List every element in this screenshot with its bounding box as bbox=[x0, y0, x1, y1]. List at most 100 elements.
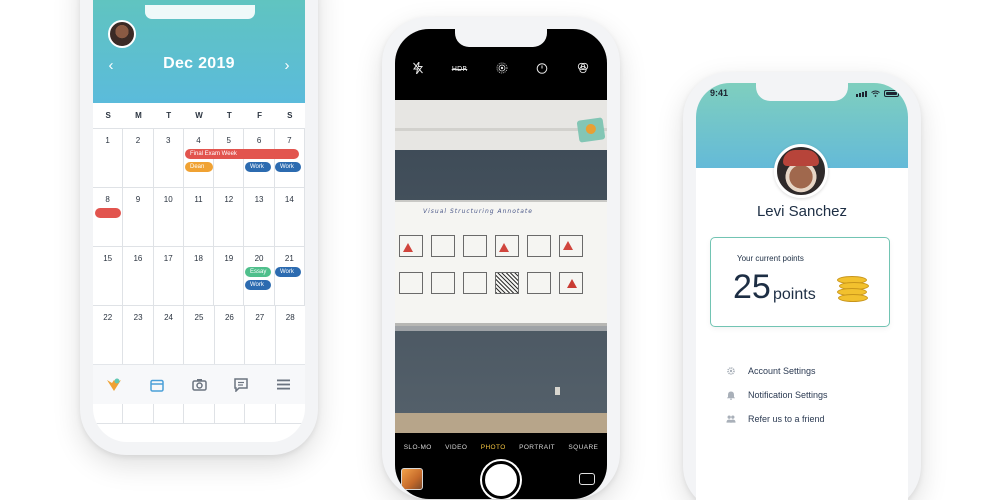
day-number: 27 bbox=[255, 313, 265, 322]
sketch-frame bbox=[399, 272, 423, 294]
filters-icon[interactable] bbox=[577, 62, 589, 77]
mode-slo-mo[interactable]: SLO-MO bbox=[404, 444, 432, 451]
day-cell[interactable]: 16 bbox=[123, 247, 154, 305]
search-bar[interactable] bbox=[145, 5, 255, 19]
refer-friend-item[interactable]: Refer us to a friend bbox=[726, 407, 896, 431]
calendar-phone: ‹ Dec 2019 › S M T W T F S 1 2 3 4 5 6 7… bbox=[80, 0, 318, 455]
tab-menu[interactable] bbox=[263, 365, 305, 404]
logo-icon bbox=[107, 378, 122, 391]
weekday-wed: W bbox=[195, 111, 203, 120]
day-number: 11 bbox=[194, 195, 203, 204]
tab-home[interactable] bbox=[93, 365, 135, 404]
week-row: 22 23 24 25 26 27 28 bbox=[93, 306, 305, 365]
tab-camera[interactable] bbox=[178, 365, 220, 404]
day-cell[interactable]: 9 bbox=[123, 188, 154, 246]
app-badge-icon[interactable] bbox=[576, 117, 606, 143]
floor bbox=[395, 413, 607, 433]
wall-outlet bbox=[555, 387, 560, 395]
sketch-mark bbox=[403, 243, 413, 252]
profile-phone: 9:41 Levi Sanchez Your current points 25… bbox=[683, 72, 921, 500]
day-cell[interactable]: 19 bbox=[214, 247, 245, 305]
event-work[interactable]: Work bbox=[245, 162, 271, 172]
notification-settings-label: Notification Settings bbox=[748, 390, 828, 400]
account-settings-label: Account Settings bbox=[748, 366, 816, 376]
photo-thumbnail[interactable] bbox=[401, 468, 423, 490]
camera-top-bar: HDR bbox=[395, 55, 607, 83]
account-settings-item[interactable]: Account Settings bbox=[726, 359, 896, 383]
sketch-mark bbox=[499, 243, 509, 252]
event-work[interactable]: Work bbox=[275, 267, 301, 277]
day-cell[interactable]: 24 bbox=[154, 306, 185, 364]
bottom-tab-bar bbox=[93, 364, 305, 404]
day-cell[interactable]: 12 bbox=[214, 188, 245, 246]
calendar-header: ‹ Dec 2019 › bbox=[93, 0, 305, 103]
sketch-frame bbox=[527, 272, 551, 294]
day-number: 25 bbox=[194, 313, 204, 322]
switch-camera-icon[interactable] bbox=[579, 473, 595, 485]
status-time: 9:41 bbox=[710, 88, 729, 98]
avatar[interactable] bbox=[774, 144, 828, 198]
gear-icon bbox=[726, 366, 736, 376]
event-essay[interactable]: Essay bbox=[245, 267, 271, 277]
tab-calendar[interactable] bbox=[135, 365, 177, 404]
flash-off-icon[interactable] bbox=[413, 59, 424, 77]
day-cell[interactable]: 11 bbox=[184, 188, 215, 246]
battery-icon bbox=[884, 90, 899, 97]
day-cell[interactable]: 2 bbox=[123, 129, 154, 187]
sketch-mark bbox=[563, 241, 573, 250]
sketch-frame bbox=[463, 235, 487, 257]
tab-chat[interactable] bbox=[220, 365, 262, 404]
sketch-frame bbox=[431, 235, 455, 257]
hdr-icon[interactable]: HDR bbox=[452, 65, 468, 73]
ceiling bbox=[395, 100, 607, 150]
event-work[interactable]: Work bbox=[275, 162, 301, 172]
event-work[interactable]: Work bbox=[245, 280, 271, 290]
month-title: Dec 2019 bbox=[163, 55, 235, 72]
prev-month-button[interactable]: ‹ bbox=[101, 57, 121, 74]
day-cell[interactable]: 25 bbox=[184, 306, 215, 364]
day-cell[interactable]: 28 bbox=[276, 306, 305, 364]
mode-square[interactable]: SQUARE bbox=[568, 444, 598, 451]
next-month-button[interactable]: › bbox=[277, 57, 297, 74]
day-cell[interactable]: 1 bbox=[93, 129, 124, 187]
weekday-mon: M bbox=[135, 111, 142, 120]
avatar[interactable] bbox=[108, 20, 136, 48]
weekday-sun: S bbox=[105, 111, 111, 120]
timer-icon[interactable] bbox=[536, 62, 548, 77]
day-cell[interactable]: 14 bbox=[275, 188, 305, 246]
camera-viewfinder[interactable]: Visual Structuring Annotate bbox=[395, 100, 607, 433]
event-bar[interactable] bbox=[95, 208, 121, 218]
day-number: 10 bbox=[163, 195, 173, 204]
shutter-button[interactable] bbox=[482, 461, 520, 499]
settings-list: Account Settings Notification Settings R… bbox=[726, 359, 896, 431]
wifi-icon bbox=[871, 90, 880, 97]
event-final-exam-week[interactable]: Final Exam Week bbox=[185, 149, 299, 159]
day-cell[interactable]: 10 bbox=[154, 188, 184, 246]
day-cell[interactable]: 3 bbox=[154, 129, 184, 187]
camera-phone: HDR Visual Structuring Annotate SLO-MO V… bbox=[382, 17, 620, 499]
day-cell[interactable]: 13 bbox=[244, 188, 275, 246]
weekday-thu: T bbox=[226, 111, 232, 120]
day-cell[interactable]: 27 bbox=[245, 306, 276, 364]
day-number: 20 bbox=[254, 254, 264, 263]
camera-icon bbox=[191, 379, 207, 391]
mode-portrait[interactable]: PORTRAIT bbox=[519, 444, 555, 451]
day-cell[interactable]: 18 bbox=[184, 247, 215, 305]
day-cell[interactable]: 26 bbox=[215, 306, 246, 364]
day-number: 28 bbox=[285, 313, 295, 322]
day-cell[interactable]: 15 bbox=[93, 247, 124, 305]
notification-settings-item[interactable]: Notification Settings bbox=[726, 383, 896, 407]
sketch-frame bbox=[495, 272, 519, 294]
day-cell[interactable]: 23 bbox=[123, 306, 154, 364]
mode-video[interactable]: VIDEO bbox=[445, 444, 467, 451]
mode-photo[interactable]: PHOTO bbox=[481, 444, 506, 451]
live-photo-icon[interactable] bbox=[496, 62, 508, 77]
day-cell[interactable]: 22 bbox=[93, 306, 124, 364]
coins-icon bbox=[835, 274, 869, 306]
day-number: 16 bbox=[133, 254, 143, 263]
bell-icon bbox=[726, 390, 736, 400]
day-cell[interactable]: 17 bbox=[154, 247, 184, 305]
event-dean[interactable]: Dean bbox=[185, 162, 213, 172]
sketch-frame bbox=[431, 272, 455, 294]
weekday-tue: T bbox=[166, 111, 172, 120]
